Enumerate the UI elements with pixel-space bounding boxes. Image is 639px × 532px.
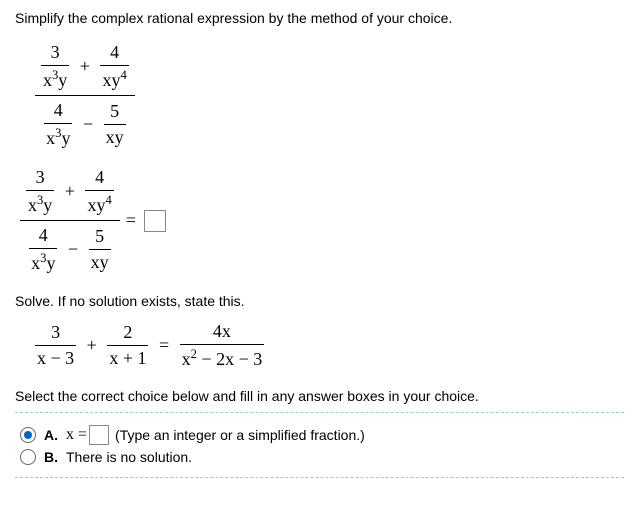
choice-container: A. x = (Type an integer or a simplified … xyxy=(15,412,624,478)
t2-bot: x + 1 xyxy=(107,346,148,369)
choice-b-label: B. xyxy=(44,449,58,465)
choice-a-row[interactable]: A. x = (Type an integer or a simplified … xyxy=(20,425,619,445)
den1b-top: 4 xyxy=(29,225,57,249)
q2-select-instruction: Select the correct choice below and fill… xyxy=(15,388,624,404)
choice-a-input[interactable] xyxy=(89,425,109,445)
num2-top: 4 xyxy=(100,42,128,66)
q2-instruction: Solve. If no solution exists, state this… xyxy=(15,293,624,309)
radio-a[interactable] xyxy=(20,427,36,443)
numb-plus: + xyxy=(59,181,81,202)
num-plus: + xyxy=(74,56,96,77)
choice-a-hint: (Type an integer or a simplified fractio… xyxy=(115,427,365,443)
num2-bot: xy4 xyxy=(100,66,128,91)
q2-equals: = xyxy=(153,335,175,356)
q1-instruction: Simplify the complex rational expression… xyxy=(15,10,624,26)
den1b-bot: x3y xyxy=(29,249,57,274)
equals-sign: = xyxy=(120,210,142,231)
den1-top: 4 xyxy=(44,100,72,124)
den2-bot: xy xyxy=(104,125,126,148)
den1-bot: x3y xyxy=(44,124,72,149)
q1-expression-display: 3 x3y + 4 xy4 4 x3y − 5 xy xyxy=(35,38,624,153)
den2b-bot: xy xyxy=(89,250,111,273)
t1-bot: x − 3 xyxy=(35,346,76,369)
den2b-top: 5 xyxy=(89,226,111,250)
num2b-top: 4 xyxy=(85,167,113,191)
q1-expression-entry: 3 x3y + 4 xy4 4 x3y − 5 xy = xyxy=(20,163,624,278)
choice-b-text: There is no solution. xyxy=(66,449,192,465)
den2-top: 5 xyxy=(104,101,126,125)
denb-minus: − xyxy=(62,239,84,260)
t2-top: 2 xyxy=(107,322,148,346)
t3-bot: x2 − 2x − 3 xyxy=(180,345,265,370)
den-minus: − xyxy=(77,114,99,135)
t3-top: 4x xyxy=(180,321,265,345)
choice-b-row[interactable]: B. There is no solution. xyxy=(20,449,619,465)
t1-top: 3 xyxy=(35,322,76,346)
num2b-bot: xy4 xyxy=(85,191,113,216)
num1-bot: x3y xyxy=(41,66,69,91)
choice-a-text: x = xyxy=(66,426,87,444)
q2-plus: + xyxy=(81,335,103,356)
num1b-top: 3 xyxy=(26,167,54,191)
q1-answer-input[interactable] xyxy=(144,210,166,232)
radio-b[interactable] xyxy=(20,449,36,465)
choice-a-label: A. xyxy=(44,427,58,443)
num1b-bot: x3y xyxy=(26,191,54,216)
q2-equation: 3 x − 3 + 2 x + 1 = 4x x2 − 2x − 3 xyxy=(35,321,624,370)
num1-top: 3 xyxy=(41,42,69,66)
